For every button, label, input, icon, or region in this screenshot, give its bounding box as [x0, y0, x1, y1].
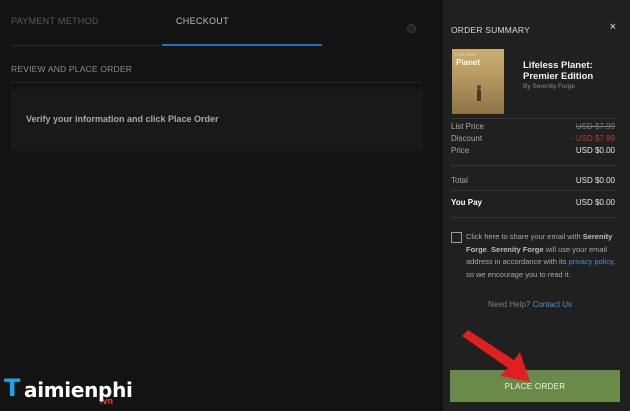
product-developer: By Serenity Forge	[523, 83, 576, 90]
verify-box: Verify your information and click Place …	[11, 89, 423, 151]
circle-icon	[407, 24, 416, 33]
divider	[451, 118, 616, 119]
price-label: Price	[451, 146, 470, 155]
list-price-value: USD $7.99	[575, 122, 615, 131]
discount-value: - USD $7.99	[570, 134, 615, 143]
tab-active-underline	[162, 44, 322, 46]
share-email-text: Click here to share your email with Sere…	[466, 231, 616, 281]
share-text-part: Click here to share your email with	[466, 232, 583, 241]
you-pay-value: USD $0.00	[575, 198, 615, 207]
game-cover-image: LIFELESS Planet	[452, 49, 504, 114]
review-title: REVIEW AND PLACE ORDER	[11, 64, 133, 74]
arrow-icon	[462, 330, 530, 382]
total-label: Total	[451, 176, 468, 185]
total-row: Total USD $0.00	[451, 176, 615, 187]
cover-subtitle: LIFELESS	[455, 53, 477, 57]
privacy-policy-link[interactable]: privacy policy	[569, 257, 613, 266]
watermark-text: aimienphi	[24, 378, 133, 402]
you-pay-label: You Pay	[451, 198, 482, 207]
divider	[451, 190, 616, 191]
contact-us-link[interactable]: Contact Us	[532, 300, 572, 309]
divider	[11, 82, 421, 83]
product-title: Lifeless Planet: Premier Edition	[523, 60, 594, 82]
discount-label: Discount	[451, 134, 483, 143]
tab-payment-method[interactable]: PAYMENT METHOD	[11, 16, 99, 26]
watermark-logo: T aimienphi .vn	[0, 370, 150, 411]
price-value: USD $0.00	[575, 146, 615, 155]
total-value: USD $0.00	[575, 176, 615, 185]
discount-row: Discount - USD $7.99	[451, 134, 615, 145]
tab-checkout[interactable]: CHECKOUT	[176, 16, 229, 26]
divider	[451, 217, 616, 218]
share-email-checkbox[interactable]	[451, 232, 462, 243]
watermark-letter: T	[4, 374, 21, 402]
help-text: Need Help?	[488, 300, 533, 309]
list-price-row: List Price USD $7.99	[451, 122, 615, 133]
watermark-domain: .vn	[100, 396, 114, 406]
you-pay-row: You Pay USD $0.00	[451, 198, 615, 209]
close-icon[interactable]: ×	[610, 21, 616, 33]
cover-title: Planet	[456, 58, 481, 67]
astronaut-body-icon	[477, 89, 481, 101]
list-price-label: List Price	[451, 122, 484, 131]
developer-name: Serenity Forge	[491, 244, 544, 254]
order-summary-title: ORDER SUMMARY	[451, 25, 530, 35]
verify-text: Verify your information and click Place …	[26, 114, 219, 124]
divider	[451, 165, 616, 166]
checkout-panel: PAYMENT METHOD CHECKOUT REVIEW AND PLACE…	[0, 0, 443, 411]
checkout-tabs: PAYMENT METHOD CHECKOUT	[0, 0, 443, 48]
price-row: Price USD $0.00	[451, 146, 615, 157]
tab-underline	[11, 45, 161, 46]
